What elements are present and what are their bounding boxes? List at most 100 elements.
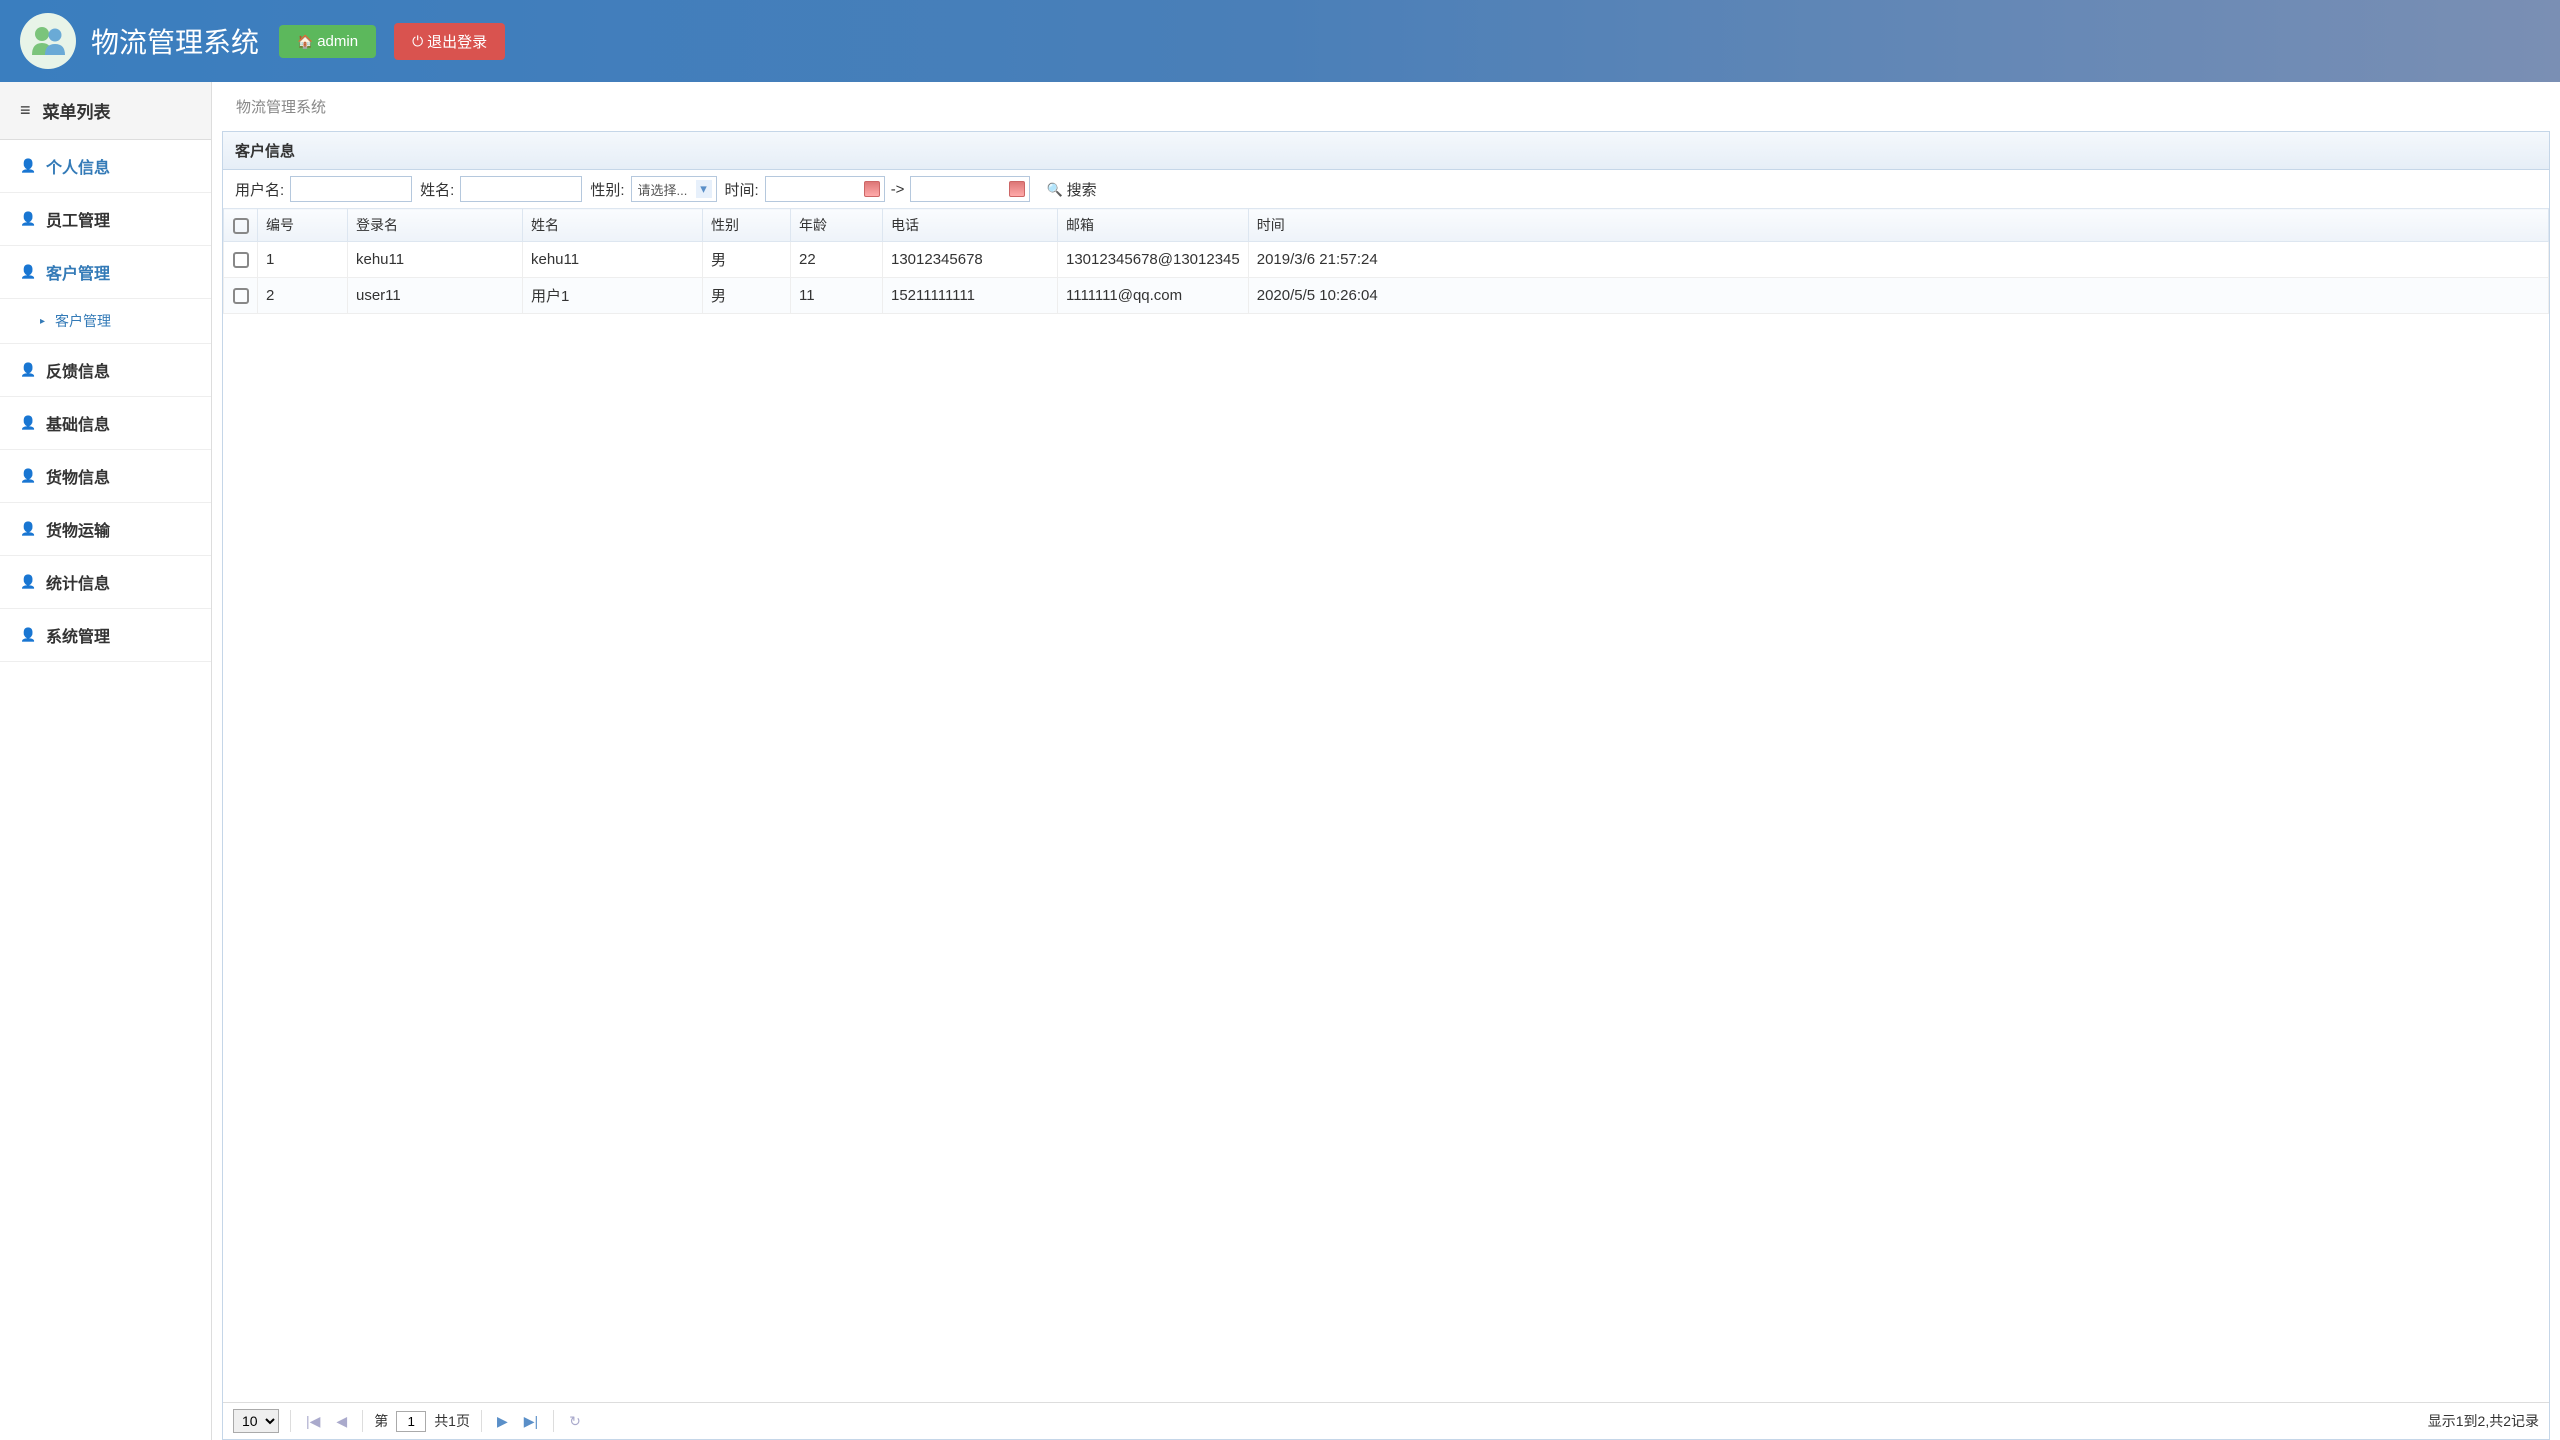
username-input[interactable] — [290, 176, 412, 202]
gender-placeholder: 请选择... — [638, 180, 688, 199]
first-page-button[interactable]: |◀ — [302, 1413, 324, 1430]
sidebar-item-stats[interactable]: 统计信息 — [0, 556, 211, 609]
app-logo — [20, 13, 76, 69]
col-header[interactable]: 邮箱 — [1058, 209, 1249, 242]
admin-button[interactable]: admin — [279, 25, 376, 58]
sidebar-item-label: 反馈信息 — [46, 358, 110, 382]
table-row[interactable]: 1kehu11kehu11男221301234567813012345678@1… — [224, 242, 2549, 278]
cell-time: 2020/5/5 10:26:04 — [1248, 278, 2548, 314]
col-header[interactable]: 电话 — [883, 209, 1058, 242]
user-icon — [20, 361, 34, 379]
sidebar-item-customer[interactable]: 客户管理 — [0, 246, 211, 299]
separator — [290, 1410, 291, 1432]
calendar-icon — [864, 181, 880, 197]
col-header[interactable]: 时间 — [1248, 209, 2548, 242]
user-icon — [20, 157, 34, 175]
sidebar-item-transport[interactable]: 货物运输 — [0, 503, 211, 556]
col-header[interactable]: 性别 — [703, 209, 791, 242]
row-checkbox[interactable] — [233, 252, 249, 268]
col-header[interactable]: 编号 — [258, 209, 348, 242]
date-from-input[interactable] — [765, 176, 885, 202]
refresh-button[interactable]: ↻ — [565, 1413, 585, 1430]
cell-phone: 13012345678 — [883, 242, 1058, 278]
app-title: 物流管理系统 — [91, 21, 259, 61]
cell-email: 13012345678@13012345 — [1058, 242, 1249, 278]
sidebar-item-label: 个人信息 — [46, 154, 110, 178]
pager-summary: 显示1到2,共2记录 — [2428, 1411, 2539, 1431]
panel-title: 客户信息 — [223, 132, 2549, 170]
col-header[interactable]: 登录名 — [348, 209, 523, 242]
name-input[interactable] — [460, 176, 582, 202]
username-label: 用户名: — [235, 179, 284, 200]
sidebar-item-personal[interactable]: 个人信息 — [0, 140, 211, 193]
breadcrumb: 物流管理系统 — [212, 82, 2560, 131]
admin-label: admin — [317, 33, 358, 50]
gender-select[interactable]: 请选择... ▾ — [631, 176, 717, 202]
search-icon — [1046, 181, 1062, 198]
user-icon — [20, 626, 34, 644]
sidebar-item-goods[interactable]: 货物信息 — [0, 450, 211, 503]
cell-login: user11 — [348, 278, 523, 314]
search-label: 搜索 — [1067, 179, 1097, 200]
chevron-down-icon: ▾ — [696, 180, 712, 198]
prev-page-button[interactable]: ◀ — [332, 1413, 351, 1430]
range-separator: -> — [891, 181, 905, 198]
sidebar-item-basic[interactable]: 基础信息 — [0, 397, 211, 450]
user-icon — [20, 520, 34, 538]
date-to-input[interactable] — [910, 176, 1030, 202]
people-icon — [28, 21, 68, 61]
main-content: 物流管理系统 客户信息 用户名: 姓名: 性别: 请选择... ▾ 时间: — [212, 82, 2560, 1440]
calendar-icon — [1009, 181, 1025, 197]
separator — [553, 1410, 554, 1432]
sidebar-subitem-customer[interactable]: 客户管理 — [0, 299, 211, 344]
user-icon — [20, 263, 34, 281]
row-checkbox[interactable] — [233, 288, 249, 304]
caret-right-icon — [40, 316, 45, 327]
select-all-checkbox[interactable] — [233, 218, 249, 234]
logout-label: 退出登录 — [427, 31, 487, 52]
sidebar-item-system[interactable]: 系统管理 — [0, 609, 211, 662]
sidebar-subitem-label: 客户管理 — [55, 311, 111, 331]
page-size-select[interactable]: 10 — [233, 1409, 279, 1433]
sidebar-title: 菜单列表 — [43, 98, 111, 123]
col-header[interactable]: 年龄 — [791, 209, 883, 242]
sidebar-item-employee[interactable]: 员工管理 — [0, 193, 211, 246]
logout-button[interactable]: 退出登录 — [394, 23, 505, 60]
sidebar-item-label: 基础信息 — [46, 411, 110, 435]
cell-num: 2 — [258, 278, 348, 314]
sidebar-item-label: 货物信息 — [46, 464, 110, 488]
sidebar-item-label: 统计信息 — [46, 570, 110, 594]
table-row[interactable]: 2user11用户1男11152111111111111111@qq.com20… — [224, 278, 2549, 314]
home-icon — [297, 33, 313, 50]
sidebar-header: 菜单列表 — [0, 82, 211, 140]
separator — [362, 1410, 363, 1432]
user-icon — [20, 573, 34, 591]
cell-time: 2019/3/6 21:57:24 — [1248, 242, 2548, 278]
page-total: 共1页 — [434, 1411, 470, 1431]
user-icon — [20, 467, 34, 485]
time-label: 时间: — [725, 179, 759, 200]
cell-age: 11 — [791, 278, 883, 314]
name-label: 姓名: — [420, 179, 454, 200]
sidebar-item-feedback[interactable]: 反馈信息 — [0, 344, 211, 397]
cell-age: 22 — [791, 242, 883, 278]
table-container: 编号 登录名 姓名 性别 年龄 电话 邮箱 时间 1kehu11kehu11男2… — [223, 208, 2549, 1402]
filter-bar: 用户名: 姓名: 性别: 请选择... ▾ 时间: -> — [223, 170, 2549, 208]
sidebar-item-label: 货物运输 — [46, 517, 110, 541]
next-page-button[interactable]: ▶ — [493, 1413, 512, 1430]
app-header: 物流管理系统 admin 退出登录 — [0, 0, 2560, 82]
cell-name: kehu11 — [523, 242, 703, 278]
sidebar-item-label: 系统管理 — [46, 623, 110, 647]
cell-gender: 男 — [703, 278, 791, 314]
page-number-input[interactable] — [396, 1411, 426, 1432]
last-page-button[interactable]: ▶| — [520, 1413, 542, 1430]
customer-table: 编号 登录名 姓名 性别 年龄 电话 邮箱 时间 1kehu11kehu11男2… — [223, 208, 2549, 314]
search-button[interactable]: 搜索 — [1046, 179, 1096, 200]
gender-label: 性别: — [590, 179, 624, 200]
user-icon — [20, 414, 34, 432]
cell-phone: 15211111111 — [883, 278, 1058, 314]
col-header[interactable]: 姓名 — [523, 209, 703, 242]
cell-email: 1111111@qq.com — [1058, 278, 1249, 314]
user-icon — [20, 210, 34, 228]
page-prefix: 第 — [374, 1411, 388, 1431]
